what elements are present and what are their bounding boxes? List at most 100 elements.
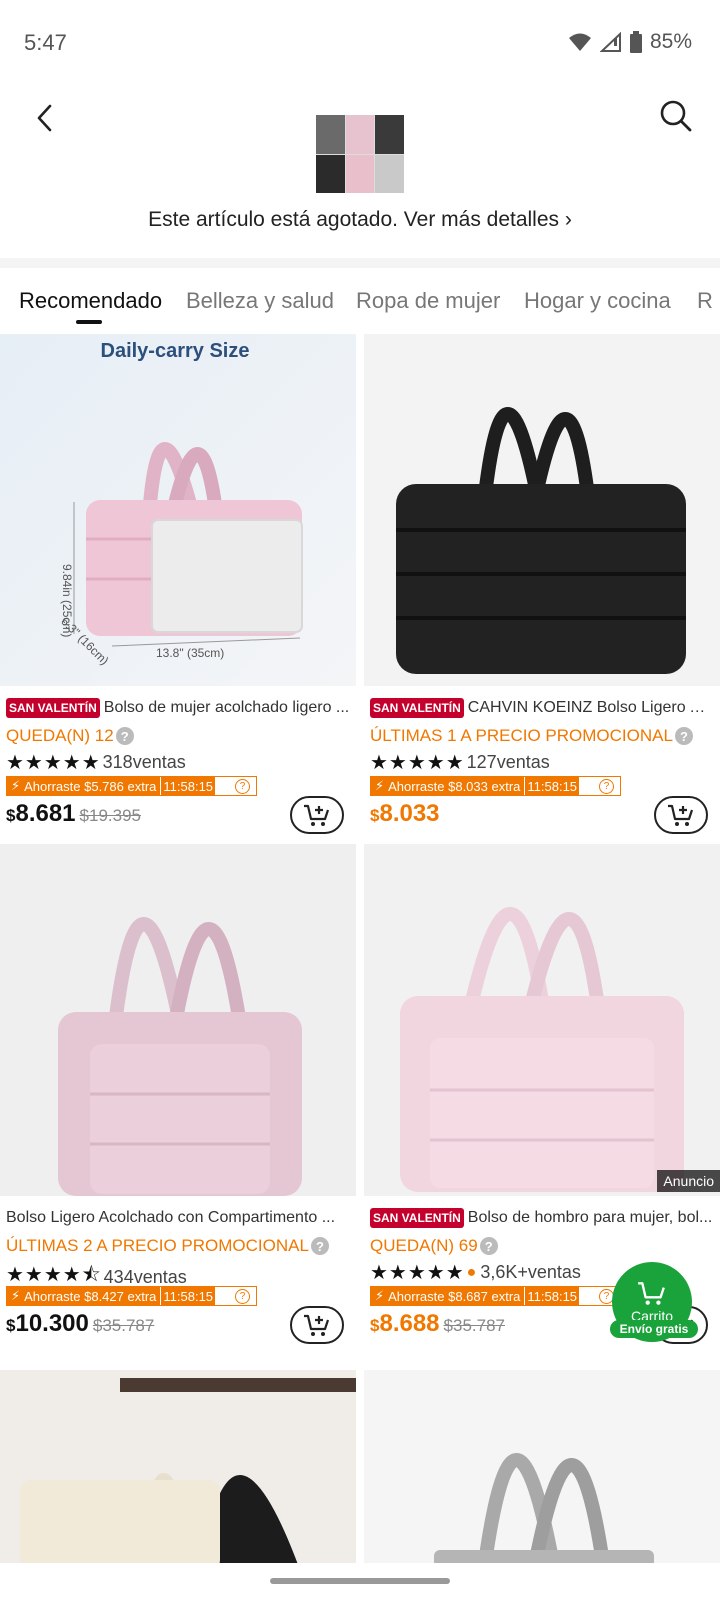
- price-row: $8.688 $35.787: [370, 1310, 505, 1338]
- product-card[interactable]: Anuncio SAN VALENTÍN Bolso de hombro par…: [364, 844, 720, 1344]
- back-button[interactable]: [26, 96, 62, 140]
- product-image[interactable]: [364, 1370, 720, 1570]
- original-price: $19.395: [79, 806, 141, 825]
- countdown-timer: 11:58:15: [524, 1287, 580, 1305]
- price-value: 8.033: [379, 800, 440, 827]
- status-time: 5:47: [24, 30, 67, 55]
- savings-help[interactable]: ?: [215, 1287, 257, 1305]
- stock-notice: ÚLTIMAS 1 A PRECIO PROMOCIONAL ?: [370, 726, 693, 746]
- tab-belleza-y-salud[interactable]: Belleza y salud: [186, 288, 334, 314]
- countdown-timer: 11:58:15: [524, 777, 580, 795]
- savings-label: ⚡ Ahorraste $5.786 extra: [7, 777, 161, 795]
- pink-bag-illustration: [400, 907, 684, 1192]
- pink-bag-illustration: [58, 917, 302, 1196]
- question-icon[interactable]: ?: [310, 1237, 329, 1255]
- tab-ropa-de-mujer[interactable]: Ropa de mujer: [356, 288, 500, 314]
- sales-count: 127ventas: [466, 752, 550, 772]
- add-to-cart-icon: [304, 804, 330, 826]
- current-price: $8.033: [370, 800, 440, 827]
- product-card[interactable]: SAN VALENTÍN CAHVIN KOEINZ Bolso Ligero …: [364, 334, 720, 834]
- tab-hogar-y-cocina[interactable]: Hogar y cocina: [524, 288, 671, 314]
- add-to-cart-icon: [668, 804, 694, 826]
- question-icon[interactable]: ?: [479, 1237, 498, 1255]
- product-image[interactable]: [364, 334, 720, 686]
- add-to-cart-button[interactable]: [290, 1306, 344, 1344]
- savings-text: Ahorraste $8.427 extra: [24, 1288, 157, 1304]
- pink-bag-illustration: [73, 442, 303, 647]
- battery-level: 85%: [649, 30, 692, 53]
- category-tabs: Recomendado Belleza y salud Ropa de muje…: [0, 268, 720, 334]
- search-button[interactable]: [654, 94, 698, 138]
- sales-count: 318ventas: [102, 752, 186, 772]
- product-header: Este artículo está agotado. Ver más deta…: [0, 86, 720, 258]
- product-title[interactable]: Bolso de mujer acolchado ligero ...: [104, 699, 349, 717]
- out-of-stock-notice[interactable]: Este artículo está agotado. Ver más deta…: [0, 208, 720, 232]
- price-row: $8.681 $19.395: [6, 800, 141, 828]
- product-title[interactable]: CAHVIN KOEINZ Bolso Ligero Ac...: [468, 699, 714, 717]
- rating-row: ★★★★★ ● 3,6K+ventas: [370, 1260, 581, 1285]
- savings-help[interactable]: ?: [579, 777, 621, 795]
- current-price: $10.300: [6, 1310, 89, 1337]
- savings-text: Ahorraste $8.033 extra: [388, 778, 521, 794]
- add-to-cart-button[interactable]: [290, 796, 344, 834]
- product-card[interactable]: Bolso Ligero Acolchado con Compartimento…: [0, 844, 356, 1344]
- question-icon[interactable]: ?: [674, 727, 693, 745]
- price-value: 8.681: [15, 800, 76, 827]
- product-title-row: SAN VALENTÍN Bolso de mujer acolchado li…: [6, 696, 350, 720]
- add-to-cart-icon: [304, 1314, 330, 1336]
- star-icon: ★★★★★: [370, 1262, 465, 1284]
- savings-text: Ahorraste $5.786 extra: [24, 778, 157, 794]
- product-image[interactable]: Anuncio: [364, 844, 720, 1196]
- rating-row: ★★★★★ 318ventas: [6, 750, 186, 775]
- free-shipping-badge: Envío gratis: [610, 1320, 698, 1338]
- san-valentin-badge: SAN VALENTÍN: [370, 1208, 464, 1228]
- star-icon: ★★★★★: [370, 752, 465, 774]
- product-title-row: SAN VALENTÍN Bolso de hombro para mujer,…: [370, 1206, 714, 1230]
- countdown-timer: 11:58:15: [160, 777, 216, 795]
- back-arrow-icon: [37, 104, 52, 132]
- dimension-width-label: 13.8" (35cm): [156, 646, 225, 660]
- product-title[interactable]: Bolso Ligero Acolchado con Compartimento…: [6, 1209, 335, 1227]
- product-title[interactable]: Bolso de hombro para mujer, bol...: [468, 1209, 713, 1227]
- status-bar: 5:47 85%: [0, 0, 720, 86]
- stock-text: QUEDA(N) 12: [6, 726, 114, 745]
- lightning-icon: ⚡: [375, 778, 385, 793]
- battery-icon: [629, 31, 642, 53]
- price-value: 8.688: [379, 1310, 440, 1337]
- product-image[interactable]: [0, 1370, 356, 1570]
- add-to-cart-button[interactable]: [654, 796, 708, 834]
- sales-count: 3,6K+ventas: [480, 1262, 581, 1282]
- lightning-icon: ⚡: [11, 778, 21, 793]
- stock-notice: QUEDA(N) 69 ?: [370, 1236, 498, 1256]
- cream-bag-illustration: [20, 1378, 356, 1570]
- rating-row: ★★★★★ 127ventas: [370, 750, 550, 775]
- product-card[interactable]: Daily-carry Size 9.84in (25cm) 6.3" (16c…: [0, 334, 356, 834]
- san-valentin-badge: SAN VALENTÍN: [6, 698, 100, 718]
- active-tab-indicator: [76, 320, 102, 324]
- product-title-row: Bolso Ligero Acolchado con Compartimento…: [6, 1206, 350, 1230]
- lightning-icon: ⚡: [11, 1288, 21, 1303]
- current-price: $8.688: [370, 1310, 440, 1337]
- tab-recomendado[interactable]: Recomendado: [19, 288, 162, 314]
- savings-banner: ⚡ Ahorraste $5.786 extra 11:58:15 ?: [6, 776, 258, 796]
- product-image[interactable]: [0, 844, 356, 1196]
- ad-label: Anuncio: [657, 1170, 720, 1192]
- gesture-handle[interactable]: [270, 1578, 450, 1584]
- price-row: $8.033: [370, 800, 440, 828]
- product-card[interactable]: [0, 1370, 356, 1570]
- tab-more[interactable]: R: [697, 288, 713, 314]
- fire-icon: ●: [466, 1263, 477, 1281]
- product-image[interactable]: Daily-carry Size 9.84in (25cm) 6.3" (16c…: [0, 334, 356, 686]
- question-icon: ?: [599, 778, 615, 794]
- search-icon: [660, 100, 692, 132]
- wifi-icon: [568, 33, 591, 51]
- savings-help[interactable]: ?: [215, 777, 257, 795]
- price-value: 10.300: [15, 1310, 89, 1337]
- product-thumbnail[interactable]: [316, 115, 404, 193]
- black-bag-illustration: [396, 407, 686, 674]
- current-price: $8.681: [6, 800, 76, 827]
- product-card[interactable]: [364, 1370, 720, 1570]
- sales-count: 434ventas: [103, 1266, 187, 1287]
- savings-banner: ⚡ Ahorraste $8.427 extra 11:58:15 ?: [6, 1286, 258, 1306]
- question-icon[interactable]: ?: [115, 727, 134, 745]
